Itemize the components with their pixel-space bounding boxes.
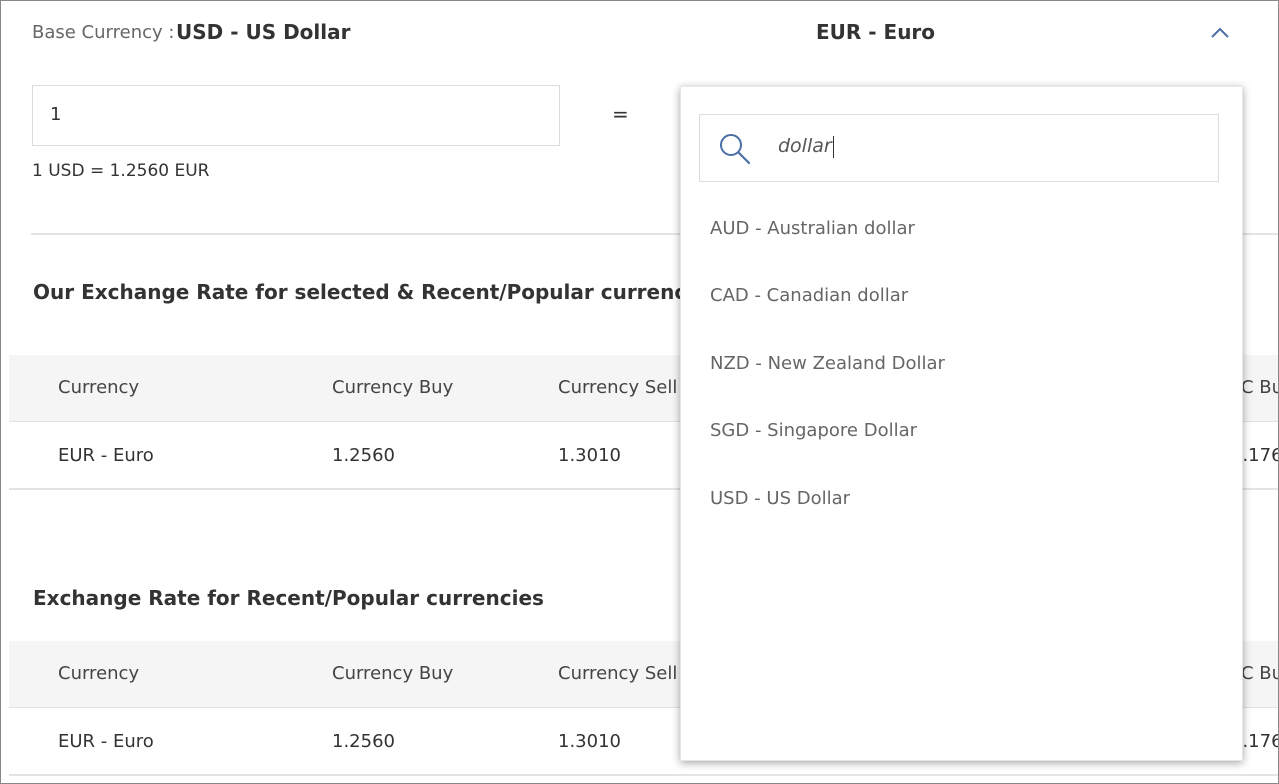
base-currency-value[interactable]: USD - US Dollar: [176, 20, 351, 44]
currency-search-input[interactable]: dollar: [699, 114, 1219, 182]
currency-option-nzd[interactable]: NZD - New Zealand Dollar: [710, 353, 945, 374]
cell-currency-sell: 1.3010: [558, 731, 621, 752]
cell-currency-buy: 1.2560: [332, 445, 395, 466]
currency-option-aud[interactable]: AUD - Australian dollar: [710, 218, 915, 239]
currency-option-usd[interactable]: USD - US Dollar: [710, 488, 850, 509]
cell-currency: EUR - Euro: [58, 445, 154, 466]
base-currency-label: Base Currency :: [32, 22, 175, 43]
amount-input[interactable]: [32, 85, 560, 146]
column-header-currency-sell: Currency Sell: [558, 377, 678, 398]
search-icon: [718, 132, 752, 166]
column-header-currency: Currency: [58, 377, 140, 398]
currency-dropdown-panel: dollar AUD - Australian dollar CAD - Can…: [680, 86, 1243, 761]
currency-option-cad[interactable]: CAD - Canadian dollar: [710, 285, 908, 306]
cell-currency-sell: 1.3010: [558, 445, 621, 466]
column-header-currency-buy: Currency Buy: [332, 377, 454, 398]
column-header-currency: Currency: [58, 663, 140, 684]
equals-sign: =: [612, 102, 629, 126]
cell-currency-buy: 1.2560: [332, 731, 395, 752]
conversion-rate-text: 1 USD = 1.2560 EUR: [32, 161, 210, 181]
chevron-up-icon[interactable]: [1209, 23, 1231, 43]
amount-value[interactable]: 1: [50, 104, 61, 125]
exchange-rate-page: Base Currency : USD - US Dollar EUR - Eu…: [0, 0, 1279, 784]
column-header-currency-buy: Currency Buy: [332, 663, 454, 684]
text-cursor: [832, 135, 834, 158]
column-header-currency-sell: Currency Sell: [558, 663, 678, 684]
section-title-popular-rates: Exchange Rate for Recent/Popular currenc…: [33, 586, 544, 610]
search-input-value[interactable]: dollar: [778, 135, 834, 158]
currency-option-sgd[interactable]: SGD - Singapore Dollar: [710, 420, 917, 441]
target-currency-select[interactable]: EUR - Euro: [816, 20, 935, 44]
cell-currency: EUR - Euro: [58, 731, 154, 752]
